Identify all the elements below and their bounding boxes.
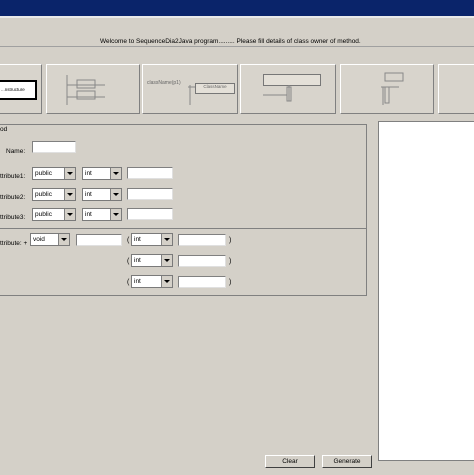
dropdown-arrow-icon [110, 189, 121, 200]
title-bar [0, 0, 474, 18]
section-label: od [0, 126, 8, 133]
toolbar-button-4[interactable] [240, 64, 336, 114]
param1-name-input[interactable] [178, 234, 226, 246]
select-value: public [35, 191, 52, 198]
select-value: int [134, 236, 141, 243]
output-panel[interactable] [378, 121, 474, 473]
toolbar-icon-1: ...nstructure [0, 80, 37, 100]
attribute2-label: ttribute2: [0, 194, 26, 201]
method-return-select[interactable]: void [30, 233, 70, 246]
select-value: int [134, 257, 141, 264]
attribute1-label: ttribute1: [0, 173, 26, 180]
sequence-icon [66, 75, 105, 105]
loop-icon [381, 72, 404, 105]
generate-button[interactable]: Generate [322, 455, 372, 468]
paren-open: ( [127, 237, 130, 244]
welcome-message: Welcome to SequenceDia2Java program.....… [100, 38, 361, 45]
select-value: int [85, 211, 92, 218]
toolbar-button-1[interactable]: ...nstructure [0, 64, 42, 114]
select-value: public [35, 170, 52, 177]
toolbar-button-5[interactable] [340, 64, 434, 114]
dropdown-arrow-icon [58, 234, 69, 245]
form-divider [0, 228, 366, 229]
name-input[interactable] [32, 141, 76, 153]
select-value: int [134, 278, 141, 285]
toolbar-button-2[interactable] [46, 64, 140, 114]
select-value: int [85, 170, 92, 177]
clear-button[interactable]: Clear [265, 455, 315, 468]
param1-type-select[interactable]: int [131, 233, 173, 246]
attribute1-type-select[interactable]: int [82, 167, 122, 180]
select-value: public [35, 211, 52, 218]
dropdown-arrow-icon [161, 276, 172, 287]
param2-name-input[interactable] [178, 255, 226, 267]
dropdown-arrow-icon [110, 209, 121, 220]
param3-type-select[interactable]: int [131, 275, 173, 288]
param2-type-select[interactable]: int [131, 254, 173, 267]
select-value: void [33, 236, 45, 243]
flow-icon [263, 85, 292, 102]
attribute3-access-select[interactable]: public [32, 208, 76, 221]
paren-close: ) [229, 258, 232, 265]
dropdown-arrow-icon [64, 168, 75, 179]
attribute1-access-select[interactable]: public [32, 167, 76, 180]
paren-close: ) [229, 279, 232, 286]
toolbar-button-6[interactable] [438, 64, 474, 114]
dropdown-arrow-icon [161, 234, 172, 245]
attribute3-label: ttribute3: [0, 214, 26, 221]
method-name-input[interactable] [76, 234, 122, 246]
attribute2-name-input[interactable] [127, 188, 173, 200]
toolbar-button-3[interactable]: className(p1) ClassName [142, 64, 238, 114]
attribute1-name-input[interactable] [127, 167, 173, 179]
paren-open: ( [127, 279, 130, 286]
arrow-icon [188, 85, 195, 105]
dropdown-arrow-icon [110, 168, 121, 179]
paren-close: ) [229, 237, 232, 244]
dropdown-arrow-icon [64, 209, 75, 220]
toolbar-item-label: ...nstructure [1, 87, 25, 92]
method-label: ttribute: + [0, 240, 28, 247]
param3-name-input[interactable] [178, 276, 226, 288]
attribute3-name-input[interactable] [127, 208, 173, 220]
attribute3-type-select[interactable]: int [82, 208, 122, 221]
name-label: Name: [6, 148, 26, 155]
attribute2-access-select[interactable]: public [32, 188, 76, 201]
select-value: int [85, 191, 92, 198]
paren-open: ( [127, 258, 130, 265]
status-strip [378, 460, 474, 475]
dropdown-arrow-icon [161, 255, 172, 266]
attribute2-type-select[interactable]: int [82, 188, 122, 201]
dropdown-arrow-icon [64, 189, 75, 200]
